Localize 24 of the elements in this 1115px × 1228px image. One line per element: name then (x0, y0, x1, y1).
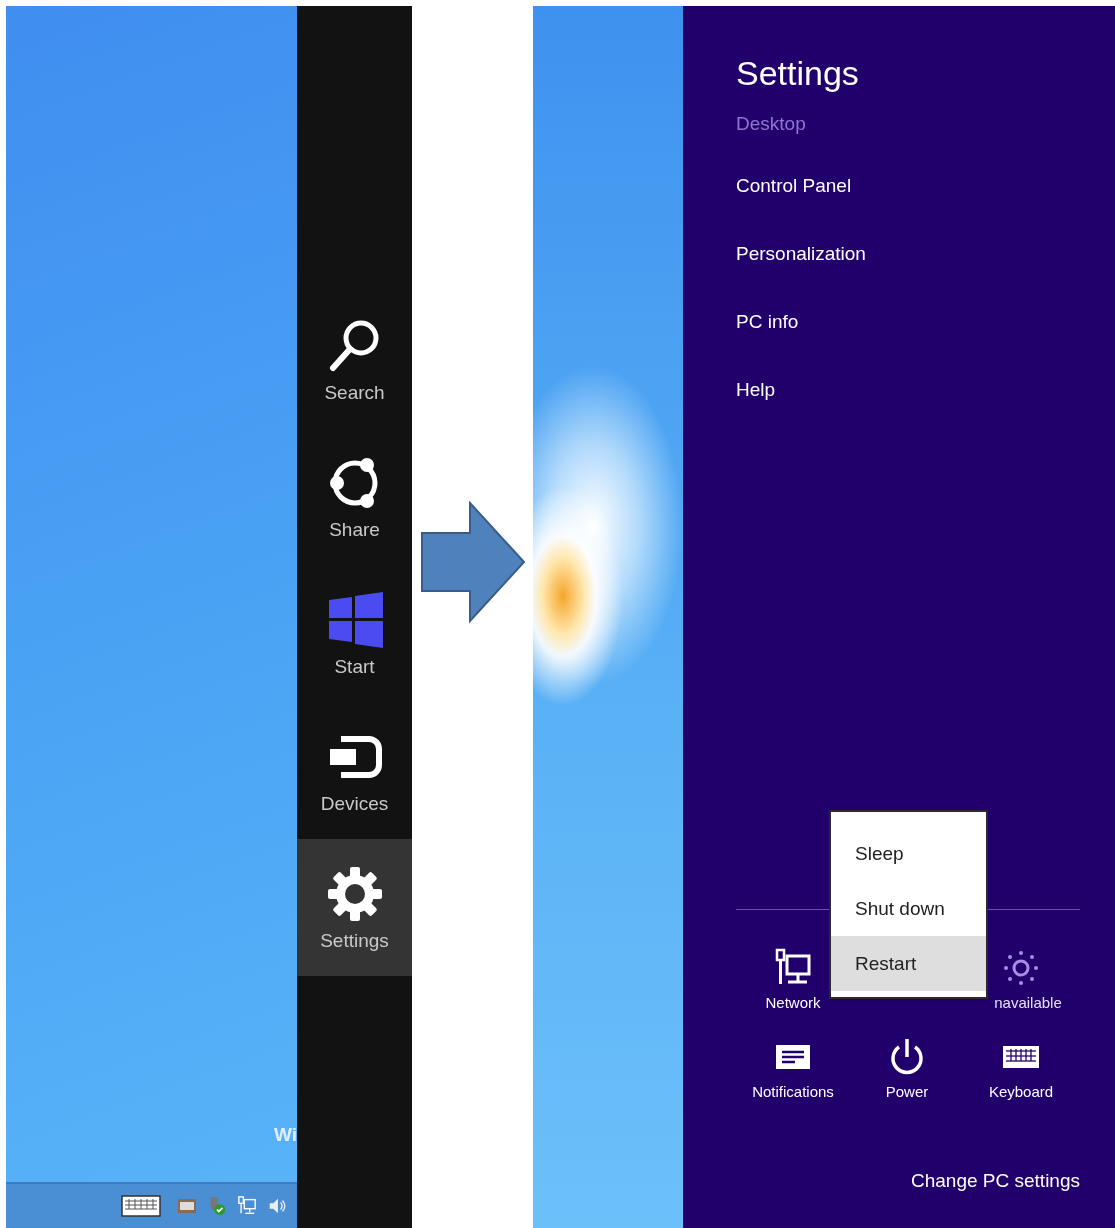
charm-button[interactable]: Share (297, 428, 412, 565)
settings-link[interactable]: Help (736, 356, 776, 424)
speaker-icon[interactable] (267, 1196, 287, 1216)
settings-link[interactable]: Control Panel (736, 152, 852, 220)
change-pc-settings-link[interactable]: Change PC settings (911, 1170, 1080, 1192)
quick-setting-tile[interactable]: Keyboard (964, 1037, 1078, 1100)
settings-link[interactable]: Personalization (736, 220, 866, 288)
keyboard-icon[interactable] (121, 1195, 161, 1217)
menu-item[interactable]: Restart (831, 936, 986, 991)
pane-subtitle: Desktop (736, 113, 807, 135)
brightness-icon (1001, 948, 1041, 988)
network-icon[interactable] (237, 1196, 257, 1216)
charm-button[interactable]: Devices (297, 702, 412, 839)
desktop-text: Wi (273, 1124, 297, 1146)
settings-link[interactable]: PC info (736, 288, 799, 356)
quick-setting-tile[interactable]: Power (850, 1037, 964, 1100)
menu-item[interactable]: Shut down (831, 881, 986, 936)
pane-title: Settings (736, 54, 860, 93)
charm-button[interactable]: Start (297, 565, 412, 702)
menu-item[interactable]: Sleep (831, 826, 986, 881)
quick-setting-tile[interactable]: Notifications (736, 1037, 850, 1100)
charm-button[interactable]: Search (297, 291, 412, 428)
app-tray-icon[interactable] (177, 1196, 197, 1216)
charm-button[interactable]: Settings (297, 839, 412, 976)
